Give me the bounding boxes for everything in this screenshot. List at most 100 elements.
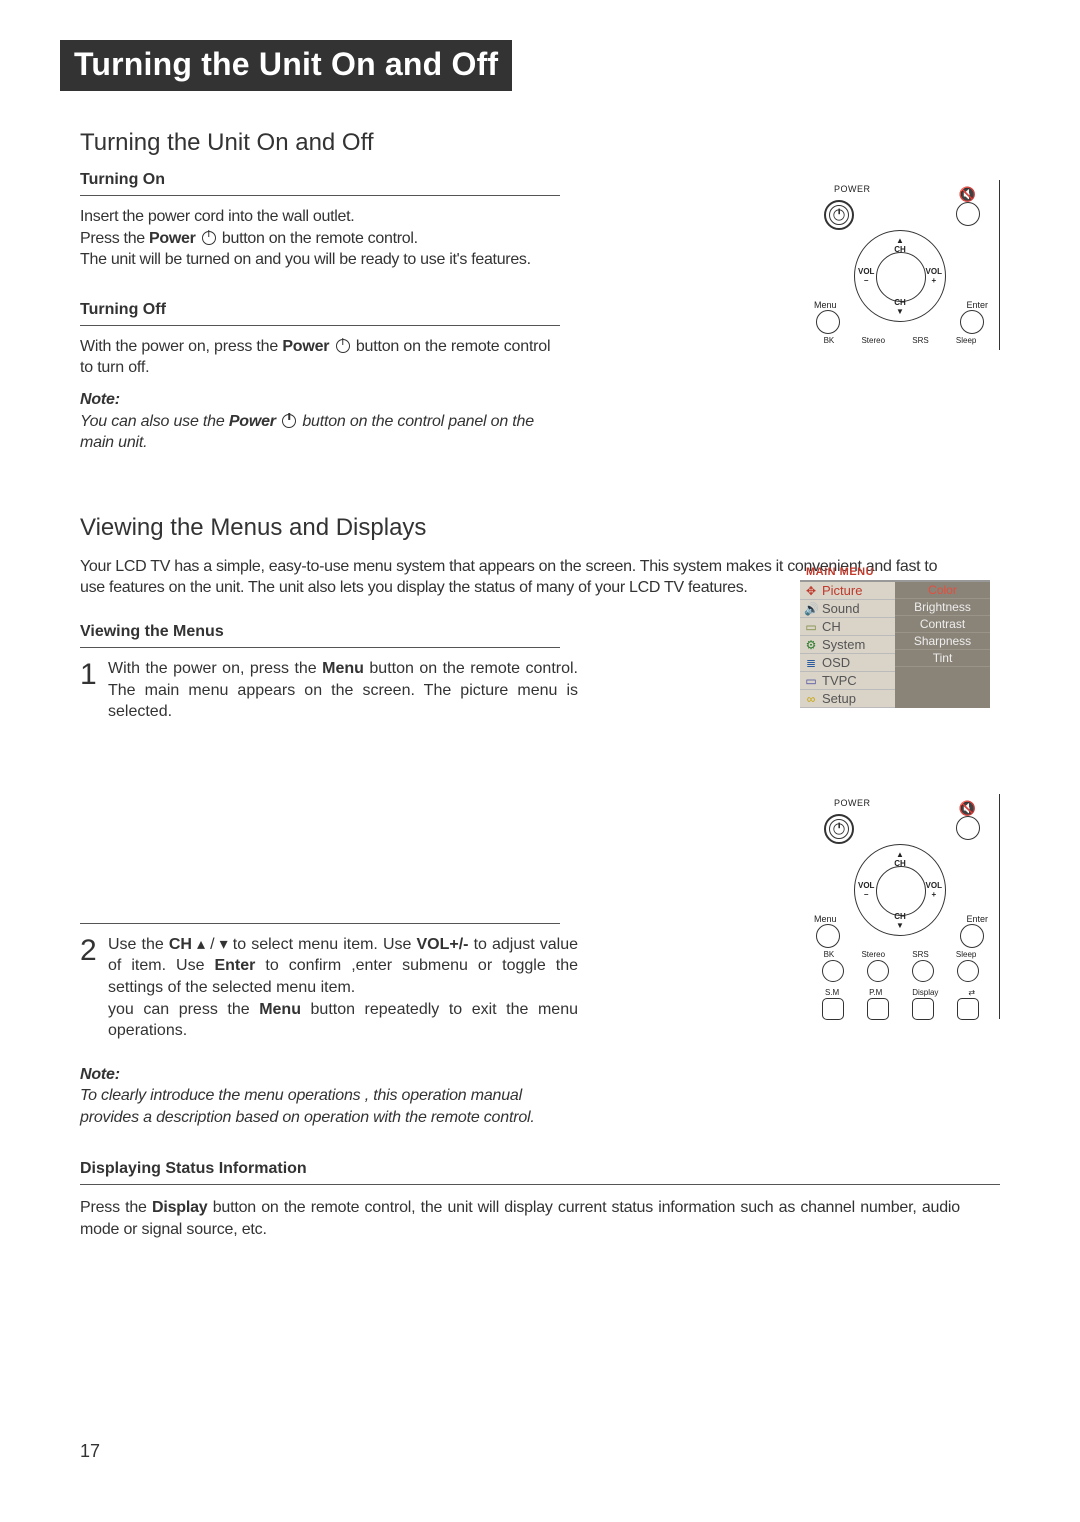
- para-turn-on: Insert the power cord into the wall outl…: [80, 206, 560, 271]
- divider: [80, 647, 560, 648]
- note-power: Note: You can also use the Power button …: [80, 389, 560, 454]
- power-icon: [282, 414, 296, 428]
- para-turn-off: With the power on, press the Power butto…: [80, 336, 560, 379]
- label-menu: Menu: [814, 300, 837, 310]
- page-banner: Turning the Unit On and Off: [60, 40, 512, 91]
- section-title-menus: Viewing the Menus and Displays: [80, 514, 1000, 542]
- osd-right-list: ColorBrightnessContrastSharpnessTint: [895, 582, 990, 708]
- text: You can also use the: [80, 413, 229, 430]
- osd-left-list: ✥Picture🔊Sound▭CH⚙System≣OSD▭TVPC∞Setup: [800, 582, 895, 708]
- remote-dpad: ▲CH CH▼ VOL– VOL+: [854, 844, 946, 936]
- remote-mute-button: [956, 816, 980, 840]
- text: The unit will be turned on and you will …: [80, 251, 531, 268]
- label-stereo: Stereo: [861, 336, 885, 345]
- label-bk: BK: [824, 950, 835, 959]
- swap-icon: ⇄: [968, 988, 975, 997]
- text: Power: [282, 338, 329, 355]
- remote-small-button: [867, 998, 889, 1020]
- remote-power-button: [824, 814, 854, 844]
- osd-right-item: Sharpness: [895, 633, 990, 650]
- label-stereo: Stereo: [861, 950, 885, 959]
- text: Menu: [322, 660, 364, 677]
- subhead-display-status: Displaying Status Information: [80, 1160, 1000, 1178]
- label-sm: S.M: [825, 988, 839, 997]
- divider: [80, 1184, 1000, 1185]
- mute-icon: 🔇: [959, 186, 976, 203]
- text: With the power on, press the: [80, 338, 282, 355]
- label-ch: CH: [894, 298, 906, 307]
- remote-menu-button: [816, 310, 840, 334]
- remote-small-button: [912, 998, 934, 1020]
- text: ▴ / ▾: [192, 936, 233, 953]
- power-icon: [833, 209, 844, 220]
- text: button on the remote control.: [218, 230, 418, 247]
- label-sleep: Sleep: [956, 336, 976, 345]
- label-menu: Menu: [814, 914, 837, 924]
- remote-enter-button: [960, 924, 984, 948]
- label-ch: CH: [894, 859, 906, 868]
- remote-small-button: [957, 998, 979, 1020]
- step-text: With the power on, press the Menu button…: [108, 658, 578, 723]
- osd-left-item: ≣OSD: [800, 654, 895, 672]
- power-icon: [202, 231, 216, 245]
- remote-dpad: ▲CH CH▼ VOL– VOL+: [854, 230, 946, 322]
- label-plus: +: [931, 276, 936, 285]
- text: Insert the power cord into the wall outl…: [80, 208, 354, 225]
- remote-power-button: [824, 200, 854, 230]
- divider: [80, 325, 560, 326]
- remote-menu-button: [816, 924, 840, 948]
- osd-item-icon: ✥: [804, 584, 818, 598]
- label-vol: VOL: [858, 881, 874, 890]
- osd-item-icon: ⚙: [804, 638, 818, 652]
- osd-right-item: Tint: [895, 650, 990, 667]
- osd-left-item: ∞Setup: [800, 690, 895, 708]
- text: Use the: [108, 936, 169, 953]
- remote-small-button: [822, 998, 844, 1020]
- note-menus: Note: To clearly introduce the menu oper…: [80, 1064, 560, 1129]
- osd-item-label: CH: [822, 619, 841, 634]
- osd-title: MAIN MENU: [800, 564, 990, 580]
- osd-item-label: TVPC: [822, 673, 857, 688]
- osd-item-icon: ▭: [804, 620, 818, 634]
- remote-diagram-top: POWER 🔇 ▲CH CH▼ VOL– VOL+ Menu Enter BK …: [810, 180, 990, 350]
- label-minus: –: [864, 890, 868, 899]
- label-vol: VOL: [926, 881, 942, 890]
- text: VOL+/-: [416, 936, 468, 953]
- label-power: POWER: [834, 798, 871, 808]
- osd-item-icon: ▭: [804, 674, 818, 688]
- osd-item-icon: ≣: [804, 656, 818, 670]
- osd-item-label: Sound: [822, 601, 860, 616]
- osd-item-label: Picture: [822, 583, 862, 598]
- text: to select menu item. Use: [233, 936, 417, 953]
- text: button on the remote control, the unit w…: [80, 1199, 960, 1238]
- remote-small-button: [822, 960, 844, 982]
- step-number: 1: [80, 660, 108, 690]
- remote-mute-button: [956, 202, 980, 226]
- osd-item-label: System: [822, 637, 865, 652]
- label-sleep: Sleep: [956, 950, 976, 959]
- power-icon: [833, 823, 844, 834]
- text: Menu: [259, 1001, 301, 1018]
- label-srs: SRS: [912, 950, 928, 959]
- note-label: Note:: [80, 1066, 120, 1083]
- text: Press the: [80, 1199, 152, 1216]
- remote-small-button: [867, 960, 889, 982]
- osd-item-icon: ∞: [804, 692, 818, 706]
- label-srs: SRS: [912, 336, 928, 345]
- label-display: Display: [912, 988, 938, 997]
- text: you can press the: [108, 1001, 259, 1018]
- text: CH: [169, 936, 192, 953]
- page-number: 17: [80, 1441, 100, 1462]
- step-text: Use the CH ▴ / ▾ to select menu item. Us…: [108, 934, 578, 1042]
- label-vol: VOL: [926, 267, 942, 276]
- label-ch: CH: [894, 912, 906, 921]
- text: Power: [229, 413, 276, 430]
- step-number: 2: [80, 936, 108, 966]
- osd-left-item: ✥ Picture: [800, 582, 895, 600]
- label-ch: CH: [894, 245, 906, 254]
- label-pm: P.M: [869, 988, 882, 997]
- remote-enter-button: [960, 310, 984, 334]
- remote-small-button: [957, 960, 979, 982]
- label-power: POWER: [834, 184, 871, 194]
- text: To clearly introduce the menu operations…: [80, 1087, 535, 1126]
